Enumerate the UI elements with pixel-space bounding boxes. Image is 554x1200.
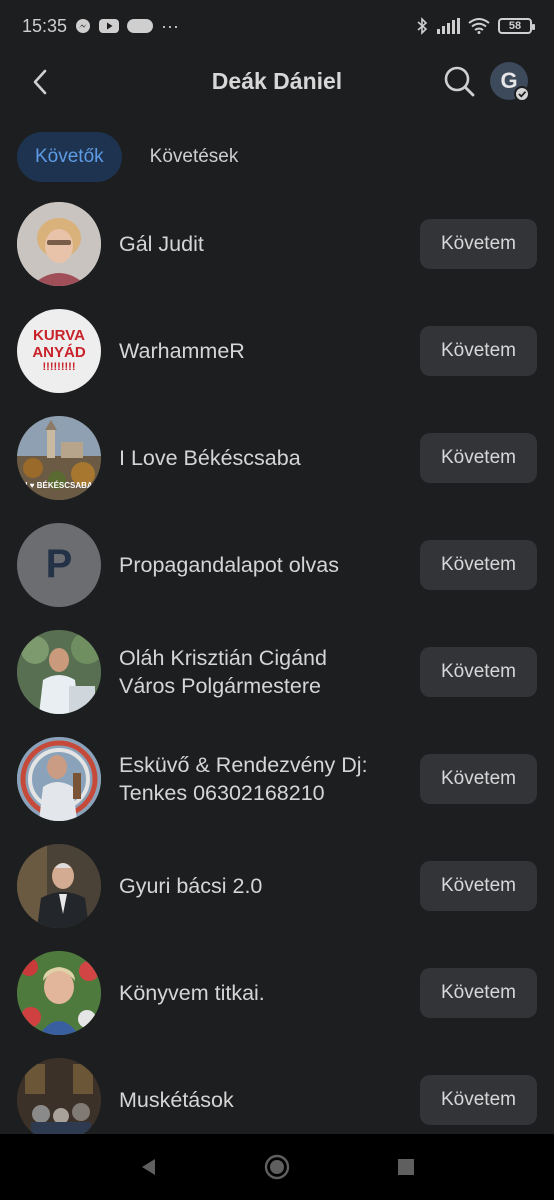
status-bar: 15:35 ··· 58 (0, 0, 554, 52)
list-item[interactable]: P Propagandalapot olvas Követem (0, 511, 554, 618)
list-item[interactable]: Oláh Krisztián Cigánd Város Polgármester… (0, 618, 554, 725)
list-item[interactable]: Gyuri bácsi 2.0 Követem (0, 832, 554, 939)
avatar[interactable] (17, 950, 101, 1035)
avatar[interactable]: KURVA ANYÁD !!!!!!!!! (17, 308, 101, 393)
search-button[interactable] (440, 62, 478, 100)
follower-name: I Love Békéscsaba (119, 445, 301, 470)
square-recents-icon (398, 1159, 414, 1175)
tab-kovetok[interactable]: Követők (17, 132, 122, 182)
follow-button[interactable]: Követem (420, 860, 537, 911)
profile-avatar[interactable]: G (490, 62, 530, 102)
circle-home-icon (264, 1154, 290, 1180)
person-photo-icon (17, 950, 101, 1035)
follower-name: WarhammeR (119, 338, 245, 363)
status-time: 15:35 (22, 15, 68, 36)
youtube-icon (99, 19, 120, 33)
follow-button[interactable]: Követem (420, 967, 537, 1018)
follower-name: Esküvő & Rendezvény Dj: Tenkes 063021682… (119, 752, 368, 805)
follower-name: Propagandalapot olvas (119, 552, 339, 577)
follower-name: Könyvem titkai. (119, 980, 265, 1005)
messenger-icon (75, 18, 91, 34)
pill-icon (127, 19, 154, 33)
avatar[interactable] (17, 736, 101, 821)
follow-button[interactable]: Követem (420, 325, 537, 376)
avatar[interactable]: I ♥ BÉKÉSCSABA (17, 415, 101, 500)
wifi-icon (468, 18, 490, 34)
search-icon (444, 66, 475, 97)
follow-button[interactable]: Követem (420, 646, 537, 697)
battery-indicator: 58 (498, 18, 535, 34)
follower-name: Muskétások (119, 1087, 234, 1112)
list-item[interactable]: Könyvem titkai. Követem (0, 939, 554, 1046)
follow-button[interactable]: Követem (420, 539, 537, 590)
top-app-bar: Deák Dániel G (0, 52, 554, 112)
follower-name: Gál Judit (119, 231, 204, 256)
bluetooth-icon (416, 17, 428, 35)
signal-icon (436, 18, 460, 34)
person-photo-icon (17, 201, 101, 286)
follow-button[interactable]: Követem (420, 218, 537, 269)
checkmark-badge-icon (514, 86, 530, 102)
person-photo-icon (17, 736, 101, 821)
avatar[interactable] (17, 1057, 101, 1142)
follow-button[interactable]: Követem (420, 1074, 537, 1125)
more-notifications-indicator: ··· (161, 15, 180, 36)
avatar-text-line: ANYÁD (32, 344, 86, 361)
tab-kovetesek[interactable]: Követések (132, 132, 257, 182)
person-photo-icon (17, 843, 101, 928)
nav-recents-button[interactable] (393, 1154, 419, 1180)
avatar-text-line: !!!!!!!!! (42, 361, 76, 373)
list-item[interactable]: Gál Judit Követem (0, 190, 554, 297)
person-photo-icon (17, 629, 101, 714)
list-item[interactable]: KURVA ANYÁD !!!!!!!!! WarhammeR Követem (0, 297, 554, 404)
group-photo-icon (17, 1057, 101, 1142)
nav-back-button[interactable] (136, 1154, 162, 1180)
avatar-text-line: KURVA (33, 327, 85, 344)
avatar[interactable]: P (17, 522, 101, 607)
follow-button[interactable]: Követem (420, 432, 537, 483)
avatar[interactable] (17, 843, 101, 928)
system-nav-bar (0, 1134, 554, 1200)
nav-home-button[interactable] (264, 1154, 290, 1180)
list-item[interactable]: Esküvő & Rendezvény Dj: Tenkes 063021682… (0, 725, 554, 832)
follower-name: Gyuri bácsi 2.0 (119, 873, 263, 898)
follow-button[interactable]: Követem (420, 753, 537, 804)
avatar-caption: I ♥ BÉKÉSCSABA (25, 480, 93, 490)
triangle-back-icon (142, 1159, 155, 1175)
avatar-letter: P (45, 542, 73, 586)
follower-name: Oláh Krisztián Cigánd Város Polgármester… (119, 645, 327, 698)
avatar[interactable] (17, 201, 101, 286)
avatar[interactable] (17, 629, 101, 714)
list-item[interactable]: I ♥ BÉKÉSCSABA I Love Békéscsaba Követem (0, 404, 554, 511)
tab-bar: Követők Követések (17, 132, 256, 182)
